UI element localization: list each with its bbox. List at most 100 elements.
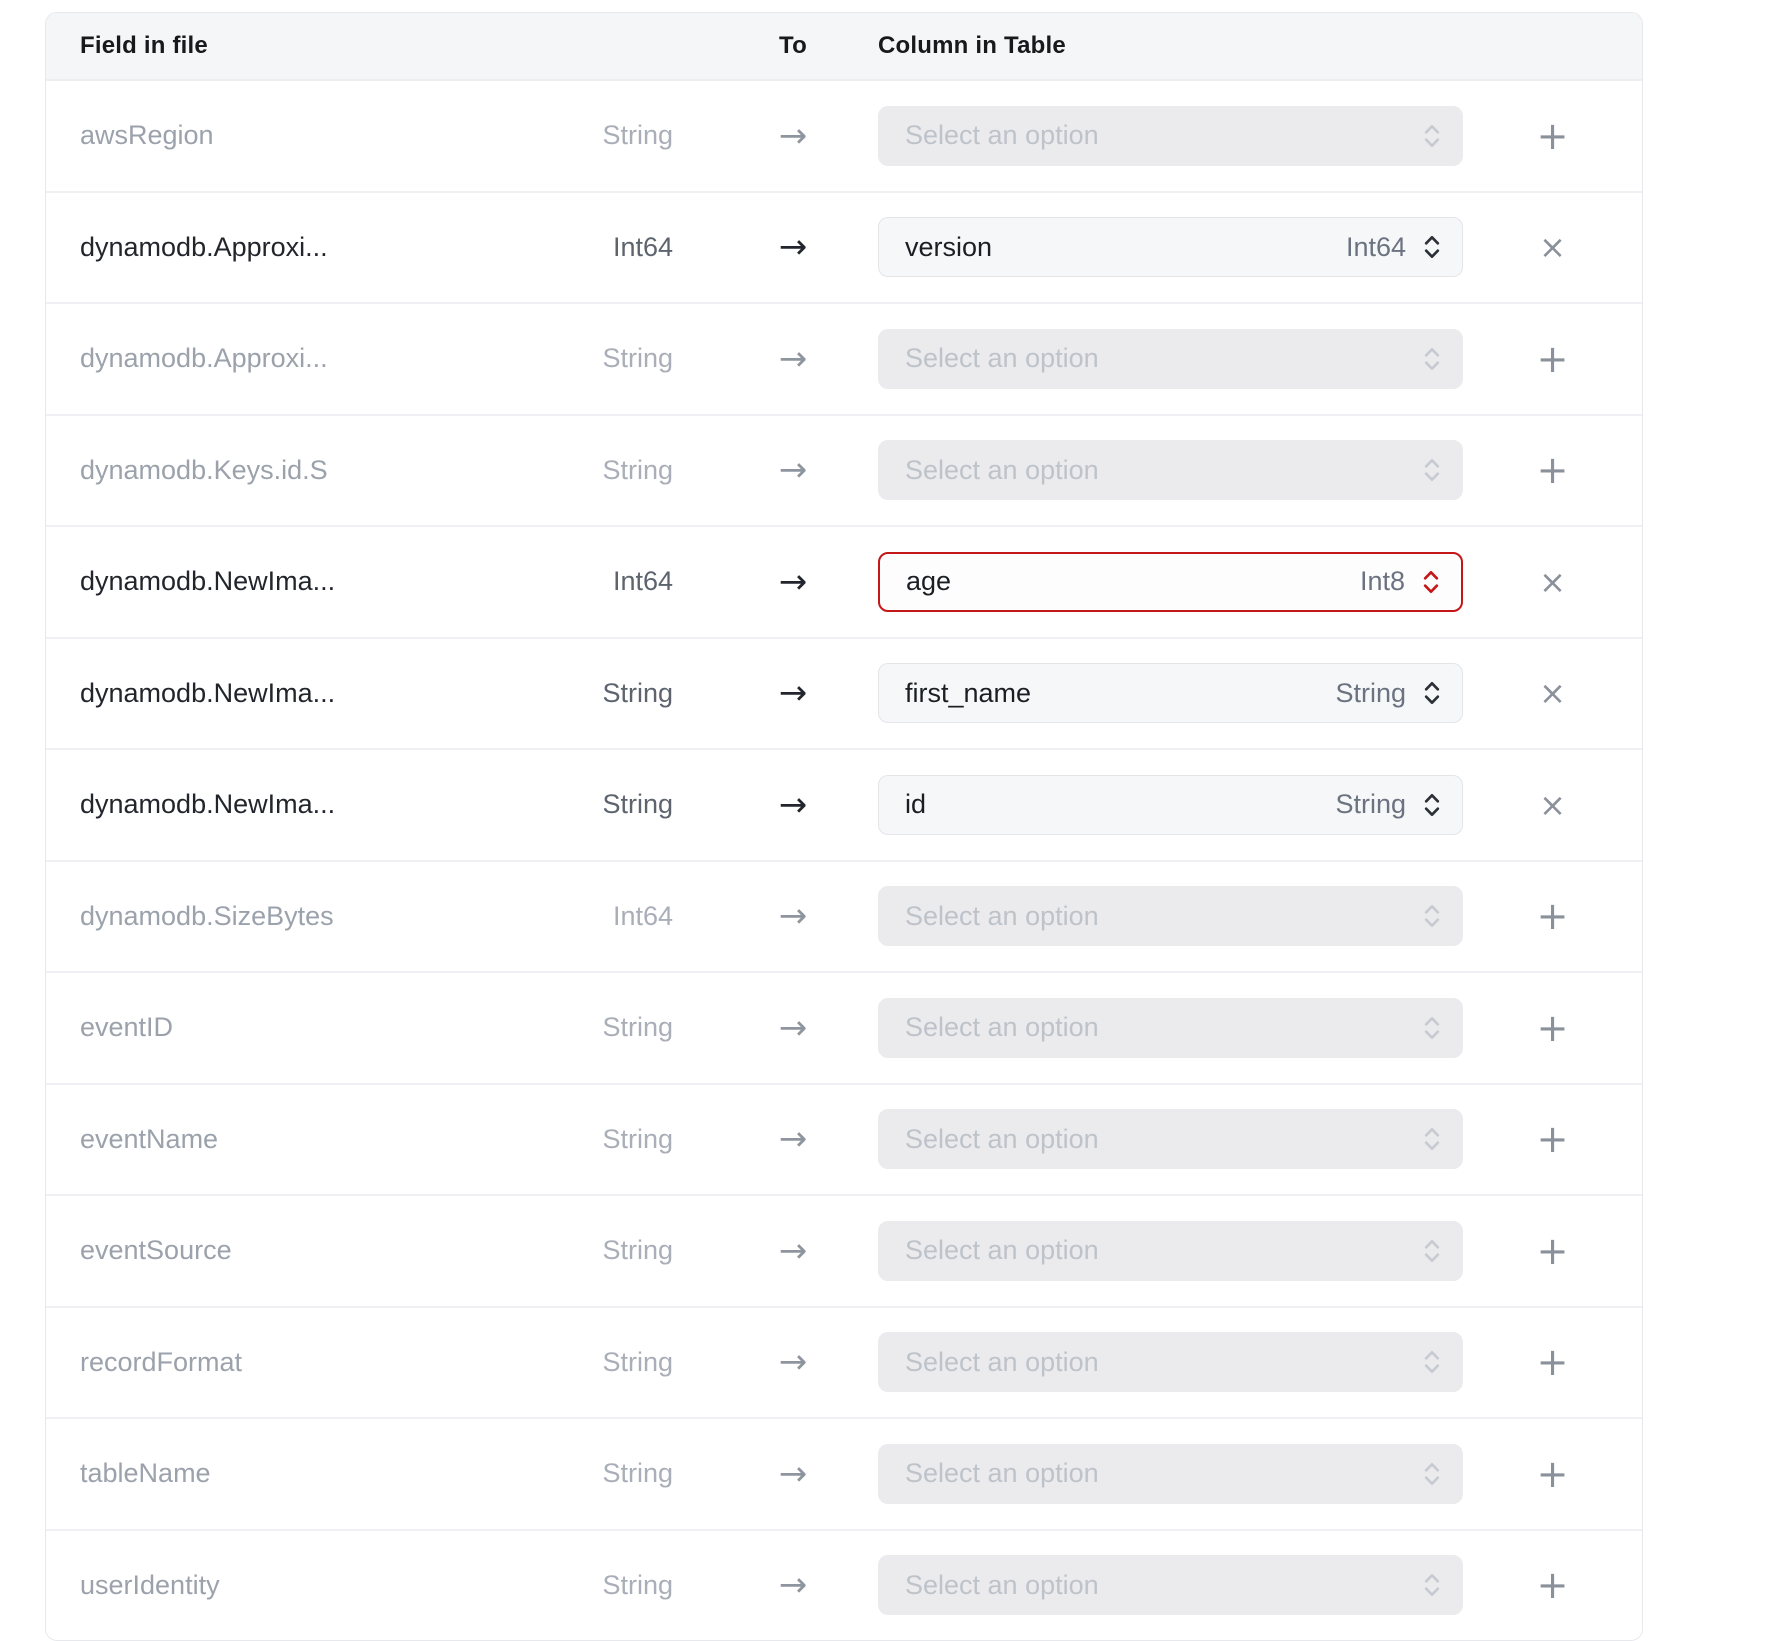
mapping-table-header: Field in file To Column in Table bbox=[46, 13, 1642, 81]
chevron-up-down-icon bbox=[1422, 121, 1442, 151]
field-type-label: String bbox=[602, 1012, 673, 1043]
header-field-in-file: Field in file bbox=[80, 32, 603, 60]
arrow-right-icon: → bbox=[779, 453, 808, 487]
remove-mapping-button[interactable]: × bbox=[1525, 671, 1580, 715]
table-row: dynamodb.NewIma... String → first_name S… bbox=[46, 637, 1642, 749]
field-name-label: tableName bbox=[80, 1458, 603, 1489]
field-name-label: recordFormat bbox=[80, 1347, 603, 1378]
chevron-up-down-icon bbox=[1422, 790, 1442, 820]
field-name-label: dynamodb.Approxi... bbox=[80, 232, 603, 263]
column-type-label: String bbox=[1335, 678, 1406, 709]
field-name-label: dynamodb.NewIma... bbox=[80, 789, 603, 820]
table-row: recordFormat String → Select an option + bbox=[46, 1306, 1642, 1418]
table-row: dynamodb.NewIma... String → id String × bbox=[46, 748, 1642, 860]
column-select[interactable]: version Int64 bbox=[878, 217, 1463, 277]
arrow-right-icon: → bbox=[779, 1345, 808, 1379]
arrow-right-icon: → bbox=[779, 230, 808, 264]
field-name-label: dynamodb.SizeBytes bbox=[80, 901, 603, 932]
chevron-up-down-icon bbox=[1422, 455, 1442, 485]
field-name-label: awsRegion bbox=[80, 120, 603, 151]
column-select-value: Select an option bbox=[905, 455, 1406, 486]
column-select[interactable]: id String bbox=[878, 775, 1463, 835]
column-select: Select an option bbox=[878, 1555, 1463, 1615]
arrow-right-icon: → bbox=[779, 1122, 808, 1156]
field-mapping-table: Field in file To Column in Table awsRegi… bbox=[45, 12, 1643, 1641]
add-mapping-button[interactable]: + bbox=[1523, 1449, 1583, 1499]
arrow-right-icon: → bbox=[779, 1457, 808, 1491]
add-mapping-button[interactable]: + bbox=[1523, 445, 1583, 495]
chevron-up-down-icon bbox=[1422, 1347, 1442, 1377]
arrow-right-icon: → bbox=[779, 788, 808, 822]
add-mapping-button[interactable]: + bbox=[1523, 891, 1583, 941]
arrow-right-icon: → bbox=[779, 899, 808, 933]
table-row: dynamodb.Approxi... Int64 → version Int6… bbox=[46, 191, 1642, 303]
table-row: dynamodb.Approxi... String → Select an o… bbox=[46, 302, 1642, 414]
field-type-label: String bbox=[602, 1235, 673, 1266]
chevron-up-down-icon bbox=[1422, 901, 1442, 931]
column-select: Select an option bbox=[878, 1109, 1463, 1169]
field-name-label: eventSource bbox=[80, 1235, 603, 1266]
column-select-value: Select an option bbox=[905, 1124, 1406, 1155]
field-name-label: eventID bbox=[80, 1012, 603, 1043]
field-type-label: String bbox=[602, 343, 673, 374]
column-select-value: Select an option bbox=[905, 1012, 1406, 1043]
field-type-label: String bbox=[602, 455, 673, 486]
chevron-up-down-icon bbox=[1422, 1236, 1442, 1266]
field-type-label: String bbox=[602, 1570, 673, 1601]
field-type-label: String bbox=[602, 120, 673, 151]
column-select: Select an option bbox=[878, 329, 1463, 389]
table-row: userIdentity String → Select an option + bbox=[46, 1529, 1642, 1641]
chevron-up-down-icon bbox=[1422, 1570, 1442, 1600]
column-select-value: Select an option bbox=[905, 1347, 1406, 1378]
add-mapping-button[interactable]: + bbox=[1523, 1560, 1583, 1610]
table-row: awsRegion String → Select an option + bbox=[46, 81, 1642, 191]
column-select-value: Select an option bbox=[905, 1235, 1406, 1266]
column-select[interactable]: age Int8 bbox=[878, 552, 1463, 612]
column-select: Select an option bbox=[878, 1221, 1463, 1281]
chevron-up-down-icon bbox=[1422, 232, 1442, 262]
column-select: Select an option bbox=[878, 106, 1463, 166]
field-type-label: String bbox=[602, 678, 673, 709]
field-name-label: userIdentity bbox=[80, 1570, 603, 1601]
chevron-up-down-icon bbox=[1422, 1459, 1442, 1489]
header-to: To bbox=[779, 32, 807, 60]
column-select[interactable]: first_name String bbox=[878, 663, 1463, 723]
arrow-right-icon: → bbox=[779, 1234, 808, 1268]
column-select: Select an option bbox=[878, 998, 1463, 1058]
remove-mapping-button[interactable]: × bbox=[1525, 225, 1580, 269]
table-row: eventName String → Select an option + bbox=[46, 1083, 1642, 1195]
add-mapping-button[interactable]: + bbox=[1523, 1003, 1583, 1053]
arrow-right-icon: → bbox=[779, 676, 808, 710]
field-type-label: Int64 bbox=[613, 901, 673, 932]
field-type-label: Int64 bbox=[613, 566, 673, 597]
add-mapping-button[interactable]: + bbox=[1523, 111, 1583, 161]
field-type-label: String bbox=[602, 1458, 673, 1489]
column-select-value: age bbox=[906, 566, 1360, 597]
add-mapping-button[interactable]: + bbox=[1523, 1114, 1583, 1164]
field-name-label: dynamodb.Approxi... bbox=[80, 343, 603, 374]
column-select: Select an option bbox=[878, 1444, 1463, 1504]
remove-mapping-button[interactable]: × bbox=[1525, 560, 1580, 604]
add-mapping-button[interactable]: + bbox=[1523, 1226, 1583, 1276]
arrow-right-icon: → bbox=[779, 342, 808, 376]
column-select: Select an option bbox=[878, 1332, 1463, 1392]
arrow-right-icon: → bbox=[779, 565, 808, 599]
column-select-value: Select an option bbox=[905, 901, 1406, 932]
field-name-label: eventName bbox=[80, 1124, 603, 1155]
column-select-value: Select an option bbox=[905, 1458, 1406, 1489]
field-name-label: dynamodb.Keys.id.S bbox=[80, 455, 603, 486]
table-row: dynamodb.Keys.id.S String → Select an op… bbox=[46, 414, 1642, 526]
column-select-value: version bbox=[905, 232, 1346, 263]
column-type-label: Int8 bbox=[1360, 566, 1405, 597]
remove-mapping-button[interactable]: × bbox=[1525, 783, 1580, 827]
table-row: eventSource String → Select an option + bbox=[46, 1194, 1642, 1306]
column-type-label: String bbox=[1335, 789, 1406, 820]
arrow-right-icon: → bbox=[779, 1568, 808, 1602]
add-mapping-button[interactable]: + bbox=[1523, 334, 1583, 384]
field-name-label: dynamodb.NewIma... bbox=[80, 678, 603, 709]
field-type-label: Int64 bbox=[613, 232, 673, 263]
column-select-value: id bbox=[905, 789, 1335, 820]
chevron-up-down-icon bbox=[1422, 1013, 1442, 1043]
chevron-up-down-icon bbox=[1422, 344, 1442, 374]
add-mapping-button[interactable]: + bbox=[1523, 1337, 1583, 1387]
